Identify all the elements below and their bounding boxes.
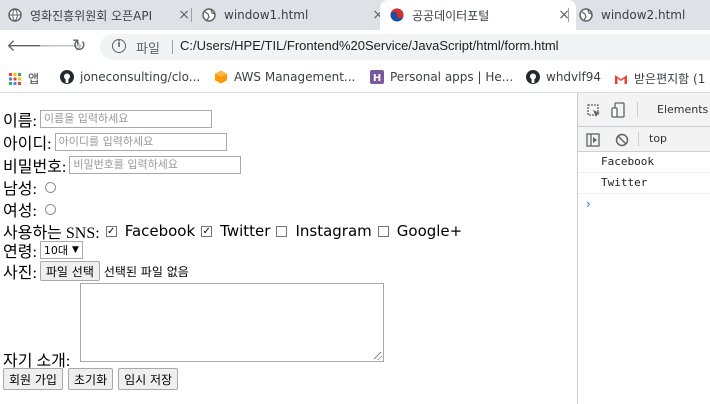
console-log-entry: Facebook (578, 152, 710, 173)
facebook-label: Facebook (124, 222, 196, 240)
taegeuk-icon (390, 8, 404, 22)
intro-textarea[interactable] (80, 283, 384, 362)
button-row: 회원 가입 초기화 임시 저장 (3, 368, 179, 390)
dropdown-arrow-icon: ▼ (72, 245, 79, 255)
register-button[interactable]: 회원 가입 (3, 368, 63, 390)
info-icon[interactable]: i (112, 39, 126, 53)
tab-elements[interactable]: Elements (657, 103, 708, 116)
browser-tab[interactable]: 영화진흥위원회 오픈API × (0, 0, 196, 30)
globe-icon (202, 8, 216, 22)
show-sidebar-icon[interactable] (586, 132, 600, 151)
bookmark-label: whdvlf94 (546, 70, 601, 84)
page-favicon-icon (8, 8, 22, 22)
googleplus-label: Google+ (396, 222, 463, 240)
file-status-text: 선택된 파일 없음 (103, 264, 189, 279)
bookmark-item[interactable]: H Personal apps | He... (370, 70, 513, 84)
github-icon (526, 70, 540, 84)
bookmark-label: AWS Management... (234, 70, 356, 84)
id-row: 아이디: 아이디를 입력하세요 (3, 130, 227, 154)
toolbar: 🡐 🡒 ↻ i 파일 C:/Users/HPE/TIL/Frontend%20S… (0, 30, 710, 64)
facebook-checkbox[interactable]: ✓ (105, 225, 117, 237)
name-row: 이름: 이름을 입력하세요 (3, 107, 212, 131)
female-radio[interactable] (44, 203, 56, 215)
gmail-icon (614, 72, 628, 86)
tab-title: window2.html (601, 8, 686, 22)
googleplus-checkbox[interactable] (377, 225, 389, 237)
browser-tab[interactable]: window2.html (569, 0, 710, 30)
twitter-label: Twitter (220, 222, 271, 240)
inspect-element-icon[interactable] (587, 103, 601, 122)
bookmark-label: 받은편지함 (1 (634, 72, 706, 86)
form-page: 이름: 이름을 입력하세요 아이디: 아이디를 입력하세요 비밀번호: 비밀번호… (0, 93, 577, 404)
bookmark-item[interactable]: 받은편지함 (1 (614, 70, 705, 87)
male-label: 남성: (3, 181, 37, 198)
devtools-tabs: Elements (578, 93, 710, 127)
bookmark-item[interactable]: whdvlf94 (526, 70, 601, 84)
console-log-entry: Twitter (578, 173, 710, 194)
reload-icon[interactable]: ↻ (72, 36, 86, 56)
male-radio[interactable] (44, 181, 56, 193)
bookmarks-bar: 앱 joneconsulting/clo... AWS Management..… (0, 64, 710, 93)
male-row: 남성: (3, 175, 56, 199)
globe-icon (579, 8, 593, 22)
bookmark-label: 앱 (28, 72, 40, 86)
device-toolbar-icon[interactable] (611, 102, 627, 122)
tab-title: 영화진흥위원회 오픈API (30, 8, 153, 23)
apps-grid-icon (8, 72, 22, 86)
id-input[interactable]: 아이디를 입력하세요 (54, 133, 227, 151)
toolbar-divider (638, 132, 639, 146)
bookmark-apps[interactable]: 앱 (8, 70, 39, 87)
instagram-label: Instagram (295, 222, 372, 240)
password-row: 비밀번호: 비밀번호를 입력하세요 (3, 153, 242, 177)
aws-cube-icon (214, 70, 228, 84)
console-toolbar: top (578, 127, 710, 152)
address-bar[interactable]: i 파일 C:/Users/HPE/TIL/Frontend%20Service… (100, 34, 710, 60)
twitter-checkbox[interactable]: ✓ (201, 225, 213, 237)
file-select-button[interactable]: 파일 선택 (39, 261, 100, 281)
address-divider (172, 40, 173, 54)
console-prompt[interactable]: › (578, 194, 710, 214)
heroku-icon: H (370, 70, 384, 84)
bookmark-label: Personal apps | He... (390, 70, 514, 84)
clear-console-icon[interactable] (615, 132, 629, 151)
id-label: 아이디: (3, 136, 52, 153)
scheme-label: 파일 (136, 42, 160, 57)
photo-row: 사진: 파일 선택 선택된 파일 없음 (3, 259, 189, 283)
photo-label: 사진: (3, 265, 37, 282)
browser-tab-active[interactable]: 공공데이터포털 × (380, 0, 576, 30)
age-select[interactable]: 10대 ▼ (39, 241, 83, 259)
devtools-panel: Elements top Facebook Twitter › (577, 93, 710, 404)
svg-text:H: H (373, 73, 381, 84)
reset-button[interactable]: 초기화 (67, 368, 114, 390)
password-label: 비밀번호: (3, 159, 67, 176)
tab-title: window1.html (224, 8, 309, 22)
tab-title: 공공데이터포털 (412, 8, 490, 23)
toolbar-divider (637, 102, 638, 117)
tab-bar: 영화진흥위원회 오픈API × window1.html × 공공데이터포털 ×… (0, 0, 710, 30)
close-tab-icon[interactable]: × (178, 7, 190, 23)
url-text[interactable]: C:/Users/HPE/TIL/Frontend%20Service/Java… (180, 38, 559, 53)
temp-save-button[interactable]: 임시 저장 (118, 368, 179, 390)
age-select-value: 10대 (43, 244, 69, 257)
instagram-checkbox[interactable] (276, 225, 288, 237)
password-input[interactable]: 비밀번호를 입력하세요 (69, 156, 242, 174)
female-label: 여성: (3, 203, 37, 220)
browser-tab[interactable]: window1.html × (192, 0, 390, 30)
bookmark-item[interactable]: AWS Management... (214, 70, 355, 84)
github-icon (60, 70, 74, 84)
female-row: 여성: (3, 197, 56, 221)
bookmark-item[interactable]: joneconsulting/clo... (60, 70, 200, 84)
name-label: 이름: (3, 113, 37, 130)
context-selector[interactable]: top (649, 132, 667, 145)
name-input[interactable]: 이름을 입력하세요 (39, 110, 212, 128)
bookmark-label: joneconsulting/clo... (80, 70, 201, 84)
